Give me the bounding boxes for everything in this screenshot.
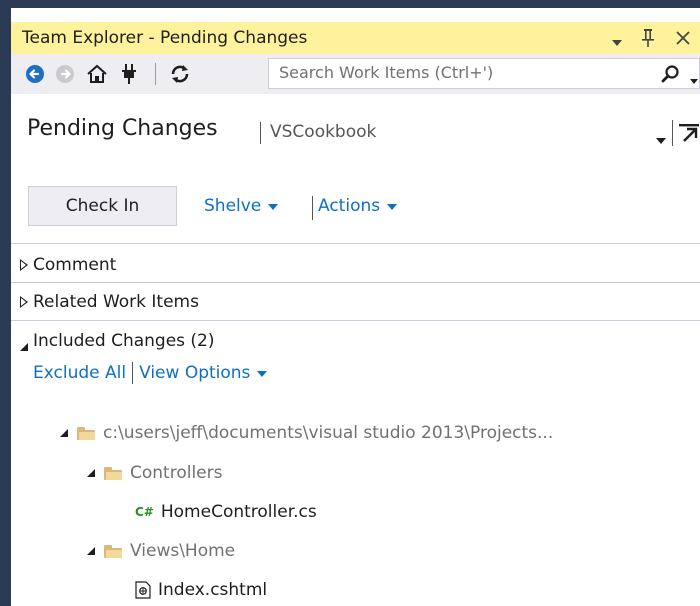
related-work-items-label: Related Work Items (33, 292, 199, 312)
file-label: Index.cshtml (158, 580, 268, 600)
expand-arrow-icon (20, 259, 28, 271)
collapse-arrow-icon (19, 337, 29, 356)
folder-icon (104, 466, 122, 480)
comment-section-header[interactable]: Comment (11, 248, 700, 284)
team-explorer-panel: Team Explorer - Pending Changes Search W… (11, 8, 700, 606)
action-bar: Check In Shelve Actions (11, 164, 700, 244)
connect-button[interactable] (117, 54, 141, 94)
back-icon (26, 65, 44, 83)
tree-node-folder[interactable]: Controllers (86, 460, 222, 486)
header-separator-right (672, 120, 673, 146)
folder-label: Views\Home (130, 541, 236, 561)
dropdown-arrow-icon[interactable] (611, 33, 623, 53)
collapse-arrow-icon (60, 429, 68, 437)
toolbar-separator (155, 63, 156, 85)
collapse-arrow-icon (87, 469, 95, 477)
toolbar (11, 54, 700, 94)
included-changes-label: Included Changes (2) (33, 331, 215, 351)
project-name: VSCookbook (270, 122, 377, 142)
connect-icon (122, 64, 136, 84)
page-title[interactable]: Pending Changes (27, 116, 218, 141)
search-box[interactable] (268, 58, 700, 89)
search-icon[interactable] (661, 64, 681, 88)
search-input[interactable] (279, 63, 599, 82)
collapse-arrow-icon (87, 547, 95, 555)
tree-node-file[interactable]: Index.cshtml (135, 577, 267, 603)
folder-icon (77, 426, 95, 440)
root-path-label: c:\users\jeff\documents\visual studio 20… (103, 423, 554, 443)
home-icon (87, 64, 107, 83)
refresh-icon (171, 65, 189, 83)
forward-button[interactable] (53, 54, 77, 94)
search-options-chevron-icon[interactable] (689, 71, 699, 90)
related-work-items-header[interactable]: Related Work Items (11, 285, 700, 321)
chevron-down-icon (268, 204, 279, 210)
back-button[interactable] (23, 54, 47, 94)
window-frame-left (0, 0, 11, 606)
tree-node-file[interactable]: C# HomeController.cs (135, 499, 317, 525)
home-button[interactable] (83, 54, 111, 94)
folder-icon (104, 544, 122, 558)
forward-icon (56, 65, 74, 83)
navigation-dropdown-icon[interactable] (655, 131, 667, 150)
window-frame-top (0, 0, 700, 8)
check-in-button[interactable]: Check In (28, 186, 177, 226)
tree-node-folder[interactable]: Views\Home (86, 538, 235, 564)
divider (11, 282, 700, 283)
comment-section-label: Comment (33, 255, 117, 275)
divider (11, 243, 700, 244)
expand-arrow-icon (20, 296, 28, 308)
refresh-button[interactable] (167, 54, 193, 94)
included-changes-header[interactable]: Included Changes (2) (11, 324, 700, 360)
close-icon[interactable] (675, 30, 691, 51)
header-separator (260, 122, 261, 144)
web-file-icon (135, 581, 151, 599)
actions-label: Actions (318, 196, 381, 216)
tree-node-root[interactable]: c:\users\jeff\documents\visual studio 20… (59, 420, 553, 446)
file-label: HomeController.cs (160, 502, 317, 522)
shelve-dropdown[interactable]: Shelve (204, 196, 279, 216)
page-header: Pending Changes VSCookbook (11, 94, 700, 164)
link-separator (132, 362, 134, 384)
view-options-label: View Options (139, 363, 251, 383)
panel-title: Team Explorer - Pending Changes (22, 28, 308, 48)
csharp-file-icon: C# (135, 505, 154, 519)
view-options-dropdown[interactable]: View Options (139, 363, 268, 383)
chevron-down-icon (387, 204, 398, 210)
chevron-down-icon (257, 371, 268, 377)
exclude-all-link[interactable]: Exclude All (33, 363, 126, 383)
actions-dropdown[interactable]: Actions (318, 196, 398, 216)
divider (11, 320, 700, 321)
panel-titlebar: Team Explorer - Pending Changes (11, 22, 700, 54)
included-changes-links: Exclude All View Options (33, 360, 268, 386)
folder-label: Controllers (130, 463, 223, 483)
action-separator (312, 196, 313, 220)
undock-icon[interactable] (678, 123, 700, 147)
shelve-label: Shelve (204, 196, 262, 216)
pin-icon[interactable] (641, 28, 655, 53)
